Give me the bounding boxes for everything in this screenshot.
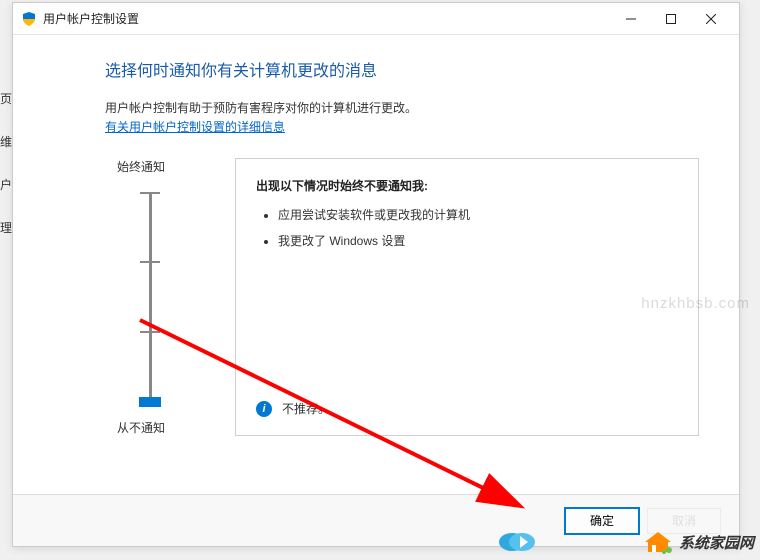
window-controls — [611, 5, 731, 33]
info-list-item: 应用尝试安装软件或更改我的计算机 — [278, 206, 678, 224]
info-icon: i — [256, 401, 272, 417]
content-area: 选择何时通知你有关计算机更改的消息 用户帐户控制有助于预防有害程序对你的计算机进… — [13, 35, 739, 436]
window-title: 用户帐户控制设置 — [43, 10, 611, 27]
maximize-button[interactable] — [651, 5, 691, 33]
info-list-item: 我更改了 Windows 设置 — [278, 232, 678, 250]
slider-column: 始终通知 从不通知 — [105, 158, 195, 436]
info-box: 出现以下情况时始终不要通知我: 应用尝试安装软件或更改我的计算机 我更改了 Wi… — [235, 158, 699, 436]
ok-button[interactable]: 确定 — [565, 508, 639, 534]
slider-bottom-label: 从不通知 — [117, 419, 165, 436]
uac-slider[interactable] — [125, 187, 175, 407]
titlebar: 用户帐户控制设置 — [13, 3, 739, 35]
page-heading: 选择何时通知你有关计算机更改的消息 — [105, 57, 699, 81]
help-link[interactable]: 有关用户帐户控制设置的详细信息 — [105, 120, 285, 134]
left-strip: 页 维 户 理 — [0, 90, 10, 262]
slider-tick — [140, 192, 160, 194]
watermark: hnzkhbsb.com — [641, 295, 750, 312]
slider-top-label: 始终通知 — [117, 158, 165, 175]
brand-badge: 系统家园网 — [643, 530, 754, 554]
uac-settings-window: 用户帐户控制设置 选择何时通知你有关计算机更改的消息 用户帐户控制有助于预防有害… — [12, 2, 740, 547]
brand-text: 系统家园网 — [679, 532, 754, 553]
slider-tick — [140, 261, 160, 263]
close-button[interactable] — [691, 5, 731, 33]
slider-thumb[interactable] — [139, 397, 161, 407]
dialog-footer: 确定 取消 — [13, 494, 739, 546]
cursor-icon — [498, 528, 536, 554]
shield-icon — [21, 11, 37, 27]
slider-area: 始终通知 从不通知 出现以下情况时始终不要通知我: 应用尝试安装软件或更改我的计… — [105, 158, 699, 436]
info-title: 出现以下情况时始终不要通知我: — [256, 177, 678, 194]
info-footer: i 不推荐。 — [256, 400, 678, 417]
info-list: 应用尝试安装软件或更改我的计算机 我更改了 Windows 设置 — [256, 206, 678, 382]
minimize-button[interactable] — [611, 5, 651, 33]
description-text: 用户帐户控制有助于预防有害程序对你的计算机进行更改。 — [105, 99, 699, 118]
slider-tick — [140, 331, 160, 333]
house-icon — [643, 530, 673, 554]
info-footer-text: 不推荐。 — [282, 400, 330, 417]
